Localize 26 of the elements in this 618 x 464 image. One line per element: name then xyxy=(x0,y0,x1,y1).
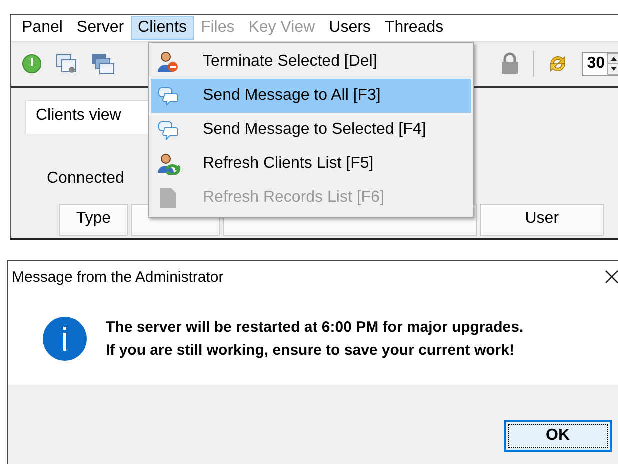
info-icon xyxy=(42,316,88,362)
column-header[interactable]: Type xyxy=(59,204,128,236)
menu-item[interactable]: Send Message to All [F3] xyxy=(151,79,471,113)
column-header[interactable]: User xyxy=(480,204,604,236)
dialog-title: Message from the Administrator xyxy=(12,268,224,286)
windows-icon[interactable] xyxy=(55,53,79,75)
chat-bubbles-icon xyxy=(157,120,181,140)
power-icon[interactable] xyxy=(21,53,43,75)
menu-item[interactable]: Server xyxy=(70,16,132,40)
menu-item[interactable]: Users xyxy=(322,16,378,40)
close-icon[interactable] xyxy=(604,269,618,285)
user-refresh-icon xyxy=(157,153,181,175)
user-remove-icon xyxy=(157,51,181,73)
menu-item[interactable]: Panel xyxy=(15,16,70,40)
chat-bubbles-icon xyxy=(157,86,181,106)
message-text: If you are still working, ensure to save your current work! xyxy=(106,341,516,361)
connected-label: Connected xyxy=(47,170,124,188)
menu-item[interactable]: Terminate Selected [Del] xyxy=(151,45,471,79)
refresh-interval-spinner[interactable]: 30 xyxy=(582,52,618,76)
ok-button[interactable]: OK xyxy=(504,420,612,452)
menu-item[interactable]: Clients xyxy=(131,16,194,40)
menu-item[interactable]: Refresh Clients List [F5] xyxy=(151,147,471,181)
menu-item[interactable]: Threads xyxy=(378,16,451,40)
spinner-arrows-icon[interactable] xyxy=(607,53,618,75)
cascade-windows-icon[interactable] xyxy=(91,53,115,75)
message-text: The server will be restarted at 6:00 PM for major upgrades. xyxy=(106,318,524,338)
